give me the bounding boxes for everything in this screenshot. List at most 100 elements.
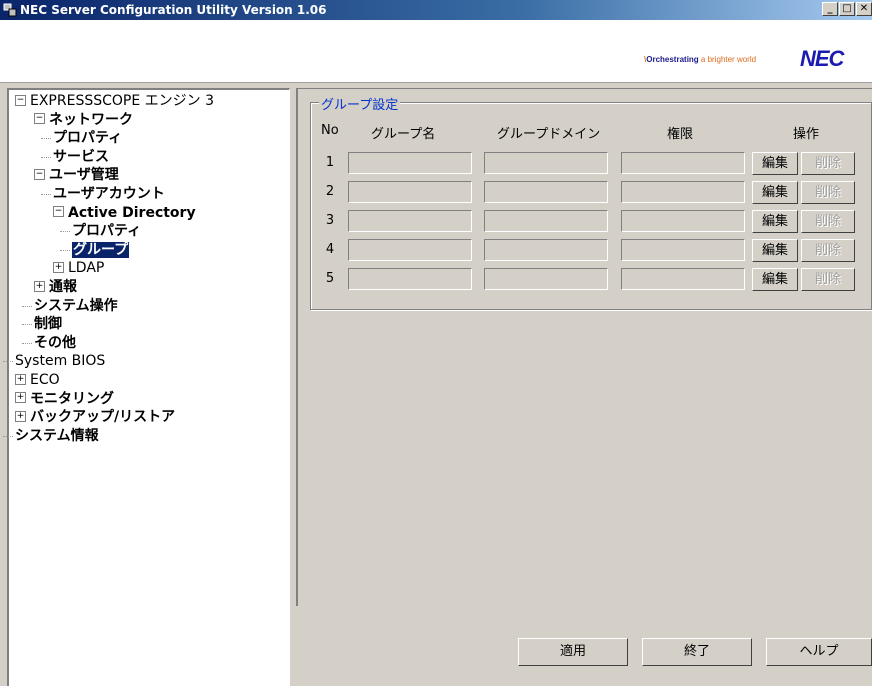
apply-button[interactable]: 適用 — [518, 638, 628, 666]
expand-icon[interactable]: + — [15, 392, 26, 404]
delete-button[interactable]: 削除 — [801, 239, 855, 262]
group-name-field — [348, 181, 472, 203]
tree-item-network-service[interactable]: サービス — [41, 148, 109, 166]
tree-item-label: プロパティ — [53, 130, 123, 147]
tree-item-label: バックアップ/リストア — [30, 409, 176, 426]
group-name-field — [348, 210, 472, 232]
tree-item-label: ユーザ管理 — [49, 167, 119, 184]
edit-button[interactable]: 編集 — [752, 268, 798, 291]
edit-button[interactable]: 編集 — [752, 181, 798, 204]
window-title: NEC Server Configuration Utility Version… — [20, 3, 327, 17]
collapse-icon[interactable]: − — [53, 206, 64, 218]
privilege-field — [621, 268, 745, 290]
tree-item-label: その他 — [34, 334, 76, 351]
col-header-group-name: グループ名 — [371, 127, 436, 142]
expand-icon[interactable]: + — [53, 261, 64, 273]
group-settings-box: グループ設定 No グループ名 グループドメイン 権限 操作 1 編集 削除 2 編集削… — [310, 94, 872, 310]
tree-item-network[interactable]: − ネットワーク — [34, 111, 133, 129]
collapse-icon[interactable]: − — [34, 113, 45, 125]
expand-icon[interactable]: + — [34, 280, 45, 292]
tree-connector — [41, 138, 51, 140]
header-banner: \Orchestrating a brighter world NEC — [0, 20, 872, 83]
col-header-privilege: 権限 — [667, 127, 694, 142]
tree-item-user-mgmt[interactable]: − ユーザ管理 — [34, 166, 119, 184]
privilege-field — [621, 239, 745, 261]
tree-connector — [3, 435, 13, 437]
group-settings-title: グループ設定 — [319, 94, 401, 113]
nec-tagline: \Orchestrating a brighter world — [644, 55, 757, 64]
expand-icon[interactable]: + — [15, 373, 26, 385]
tree-item-network-property[interactable]: プロパティ — [41, 129, 123, 147]
edit-button[interactable]: 編集 — [752, 210, 798, 233]
tree-item-root[interactable]: − EXPRESSSCOPE エンジン 3 — [15, 92, 214, 110]
row-number: 1 — [325, 155, 335, 170]
privilege-field — [621, 181, 745, 203]
tree-connector — [60, 231, 70, 233]
tree-item-label: 制御 — [34, 316, 62, 333]
col-header-group-domain: グループドメイン — [497, 127, 601, 142]
minimize-button[interactable]: _ — [822, 2, 838, 16]
content-area: グループ設定 No グループ名 グループドメイン 権限 操作 1 編集 削除 2 編集削… — [296, 88, 872, 606]
tree-item-system-op[interactable]: システム操作 — [22, 297, 118, 315]
tree-item-backup[interactable]: + バックアップ/リストア — [15, 408, 175, 426]
group-name-field — [348, 152, 472, 174]
tree-item-label: ネットワーク — [49, 111, 133, 128]
tree-item-control[interactable]: 制御 — [22, 315, 62, 333]
delete-button[interactable]: 削除 — [801, 152, 855, 175]
tree-item-label: LDAP — [68, 260, 105, 277]
exit-button[interactable]: 終了 — [642, 638, 752, 666]
tree-item-sysinfo[interactable]: システム情報 — [3, 427, 99, 445]
tree-connector — [22, 324, 32, 326]
edit-button[interactable]: 編集 — [752, 239, 798, 262]
group-domain-field — [484, 210, 608, 232]
tree-connector — [22, 305, 32, 307]
tree-item-system-bios[interactable]: System BIOS — [3, 352, 106, 370]
tree-item-monitoring[interactable]: + モニタリング — [15, 390, 114, 408]
window-title-bar[interactable]: NEC Server Configuration Utility Version… — [0, 0, 872, 20]
app-icon — [3, 3, 17, 17]
group-domain-field — [484, 181, 608, 203]
tree-connector — [41, 194, 51, 195]
group-name-field — [348, 268, 472, 290]
collapse-icon[interactable]: − — [15, 94, 26, 106]
tree-item-notify[interactable]: + 通報 — [34, 278, 77, 296]
nec-logo: NEC — [800, 46, 844, 71]
expand-icon[interactable]: + — [15, 410, 26, 422]
tree-item-ad-group[interactable]: グループ — [60, 241, 130, 259]
privilege-field — [621, 152, 745, 174]
content-panel: グループ設定 No グループ名 グループドメイン 権限 操作 1 編集 削除 2 編集削… — [296, 88, 872, 686]
delete-button[interactable]: 削除 — [801, 181, 855, 204]
group-domain-field — [484, 239, 608, 261]
collapse-icon[interactable]: − — [34, 168, 45, 180]
col-header-no: No — [321, 123, 339, 138]
tree-item-label: 通報 — [49, 279, 77, 295]
group-name-field — [348, 239, 472, 261]
tree-item-label: モニタリング — [30, 390, 114, 407]
tree-item-eco[interactable]: + ECO — [15, 371, 60, 389]
delete-button[interactable]: 削除 — [801, 268, 855, 291]
group-domain-field — [484, 152, 608, 174]
delete-button[interactable]: 削除 — [801, 210, 855, 233]
tree-connector — [22, 342, 32, 344]
row-number: 5 — [325, 271, 335, 286]
privilege-field — [621, 210, 745, 232]
tree-item-label: システム操作 — [34, 297, 118, 314]
maximize-button[interactable]: □ — [839, 2, 855, 16]
help-button[interactable]: ヘルプ — [766, 638, 872, 666]
tree-item-label: Active Directory — [68, 204, 196, 221]
tree-item-label: System BIOS — [15, 353, 106, 370]
tree-connector — [60, 249, 70, 251]
edit-button[interactable]: 編集 — [752, 152, 798, 175]
navigation-tree[interactable]: − EXPRESSSCOPE エンジン 3− ネットワーク プロパティ サービス − ユーザ… — [3, 88, 290, 686]
tree-item-label: プロパティ — [72, 223, 142, 240]
tree-item-active-directory[interactable]: − Active Directory — [53, 204, 196, 222]
tree-item-label: ユーザアカウント — [53, 186, 165, 202]
tree-item-ad-property[interactable]: プロパティ — [60, 222, 142, 240]
tree-item-ldap[interactable]: + LDAP — [53, 259, 104, 277]
row-number: 3 — [325, 213, 335, 228]
tree-item-label: ECO — [30, 372, 60, 388]
tree-item-other[interactable]: その他 — [22, 334, 76, 352]
row-number: 2 — [325, 184, 335, 199]
close-button[interactable]: ✕ — [856, 2, 872, 16]
tree-item-user-account[interactable]: ユーザアカウント — [41, 185, 165, 203]
